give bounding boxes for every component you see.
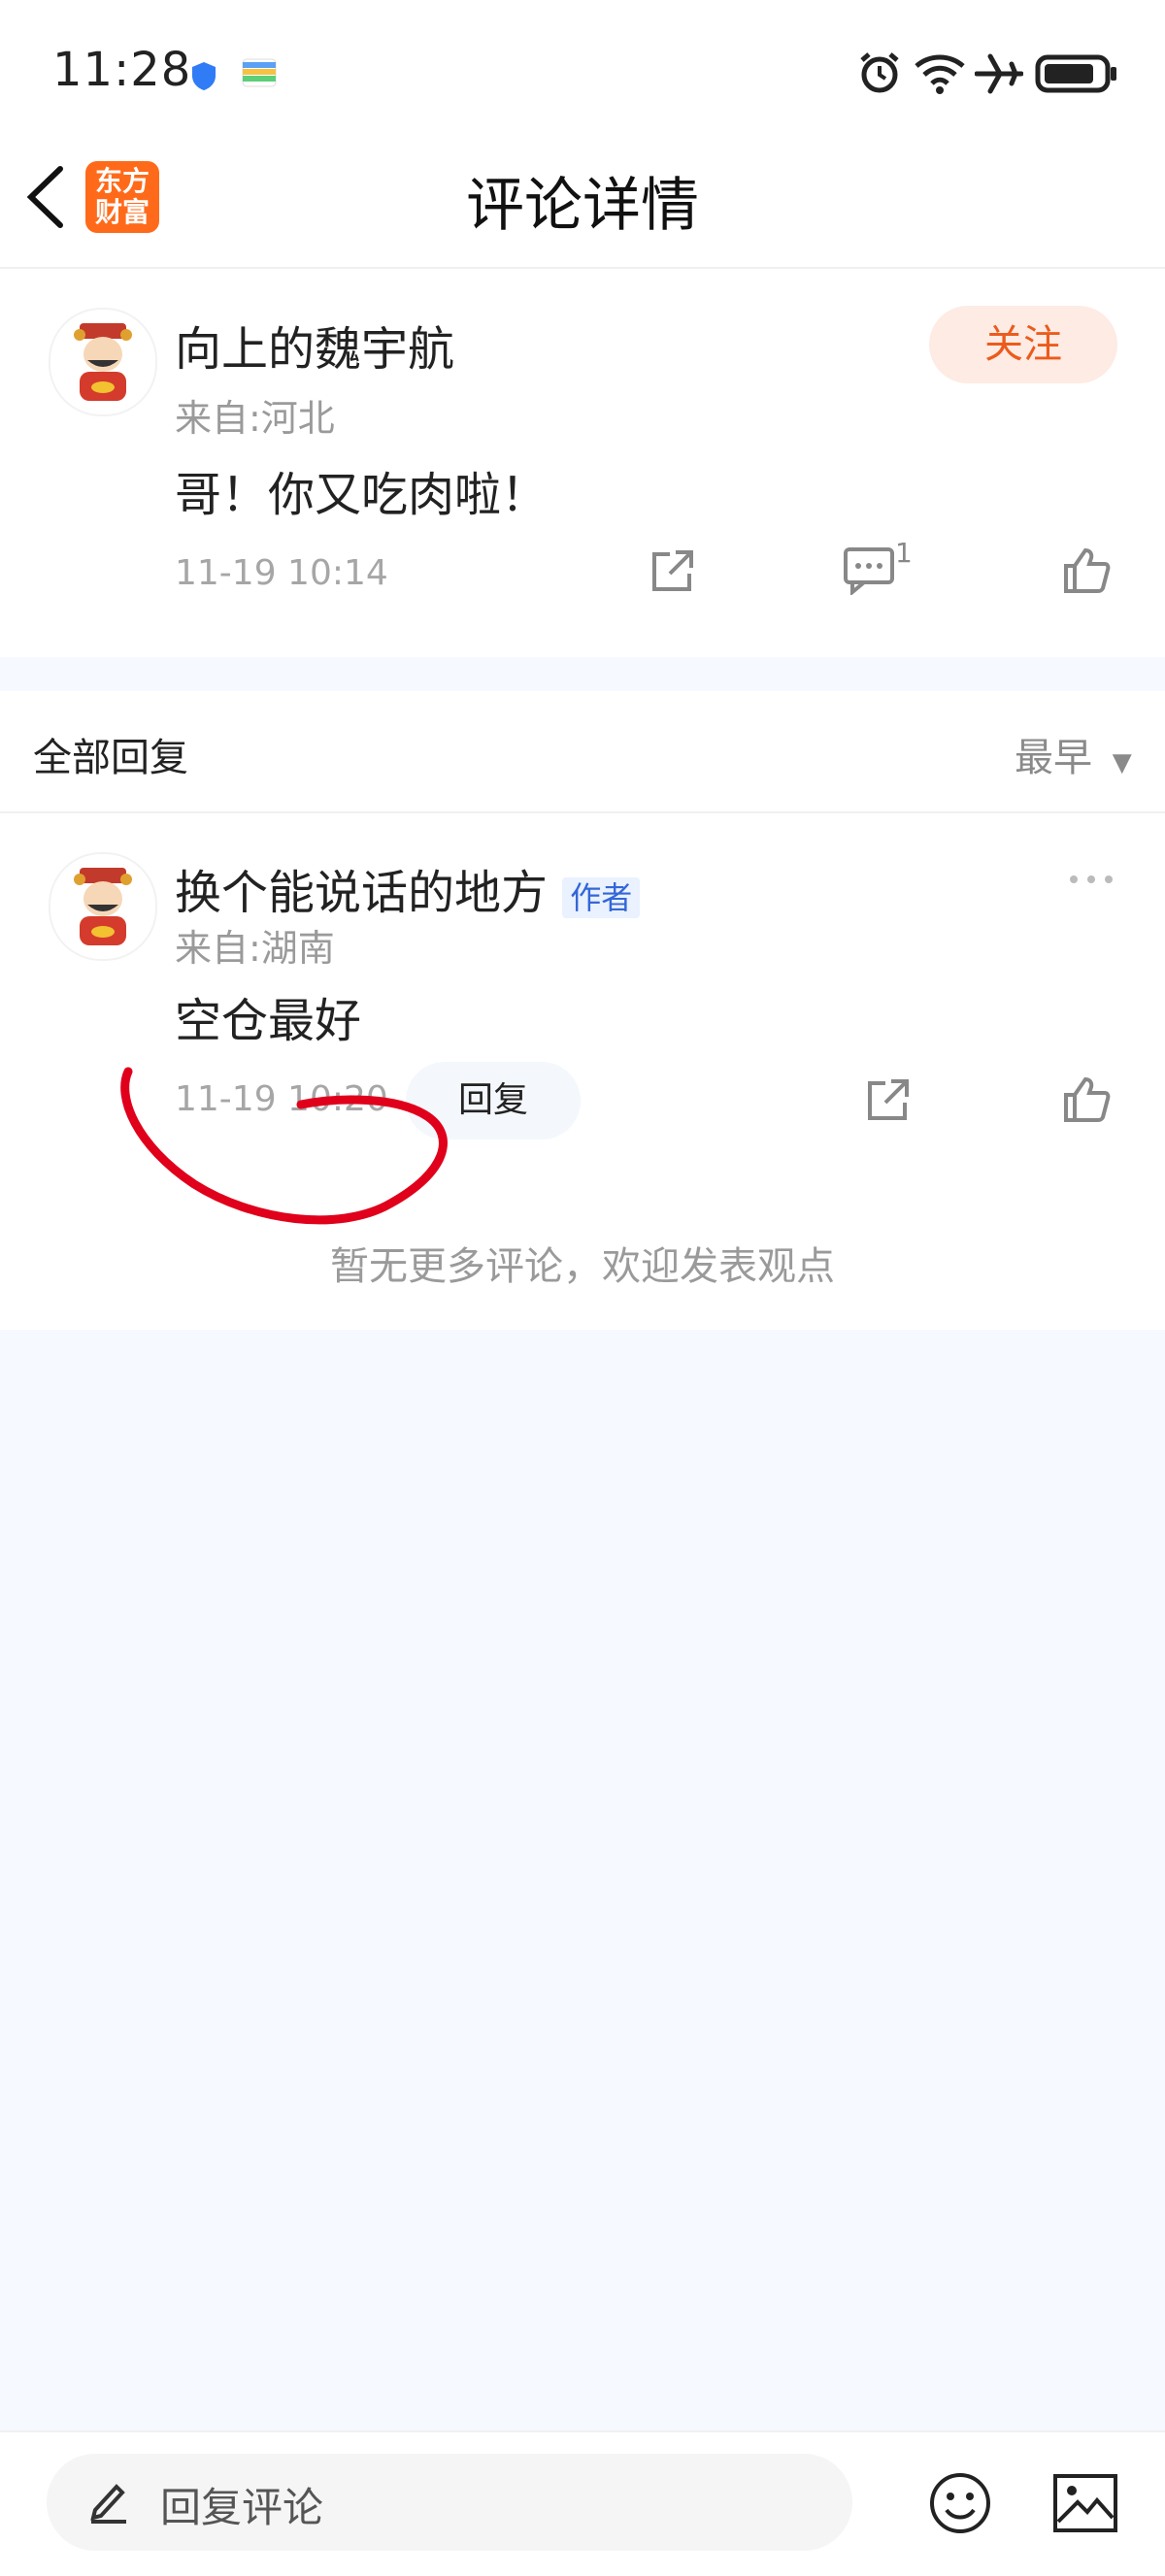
like-icon[interactable] — [1062, 546, 1111, 599]
wifi-icon — [913, 52, 967, 99]
sort-label: 最早 — [1015, 736, 1092, 780]
pencil-icon — [89, 2481, 128, 2527]
battery-icon — [1035, 54, 1118, 97]
sort-dropdown[interactable]: 最早 ▼ — [1015, 726, 1132, 782]
reply-input-placeholder: 回复评论 — [160, 2484, 324, 2531]
like-icon[interactable] — [1062, 1075, 1111, 1128]
no-more-comments: 暂无更多评论，欢迎发表观点 — [330, 1244, 835, 1289]
share-icon[interactable] — [649, 548, 695, 599]
comment-reply-icon[interactable] — [843, 546, 897, 599]
image-icon[interactable] — [1052, 2473, 1118, 2537]
annotation-circle — [107, 1058, 485, 1256]
status-time: 11:28 — [52, 43, 192, 97]
reply-count: 1 — [895, 537, 913, 569]
wallet-icon — [242, 58, 277, 91]
avatar[interactable] — [49, 308, 157, 416]
reply-author-text: 换个能说话的地方 — [175, 866, 549, 920]
comment-text: 哥！你又吃肉啦！ — [175, 468, 549, 522]
caret-down-icon: ▼ — [1112, 748, 1132, 777]
author-badge: 作者 — [562, 877, 641, 918]
alarm-icon — [857, 50, 902, 99]
emoji-icon[interactable] — [928, 2471, 992, 2539]
shield-icon — [190, 60, 217, 95]
comment-timestamp: 11-19 10:14 — [175, 553, 388, 593]
replies-section-title: 全部回复 — [33, 736, 188, 780]
airplane-icon — [974, 52, 1024, 99]
page-title: 评论详情 — [466, 172, 699, 240]
reply-text: 空仓最好 — [175, 994, 362, 1048]
comment-location: 来自:河北 — [175, 397, 335, 440]
reply-location: 来自:湖南 — [175, 927, 335, 970]
avatar[interactable] — [49, 852, 157, 961]
reply-author-name[interactable]: 换个能说话的地方 作者 — [175, 854, 641, 922]
follow-button[interactable]: 关注 — [929, 306, 1117, 383]
more-options-icon[interactable] — [1066, 872, 1116, 891]
comment-author-name[interactable]: 向上的魏宇航 — [175, 311, 454, 379]
share-icon[interactable] — [864, 1077, 911, 1128]
